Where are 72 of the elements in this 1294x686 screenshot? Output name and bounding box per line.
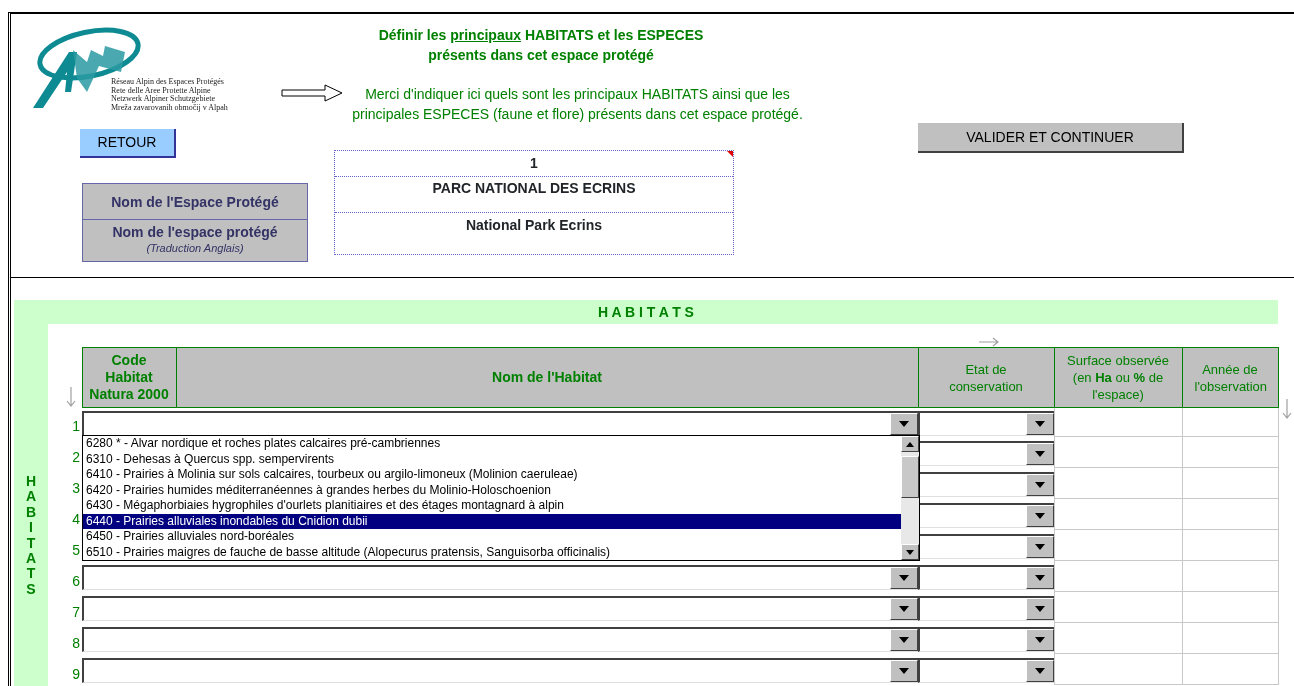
arrow-right-icon: [978, 336, 1000, 347]
dropdown-arrow-icon: [1034, 668, 1045, 674]
condition-dropdown[interactable]: [918, 441, 1054, 466]
dropdown-arrow-icon: [1034, 637, 1045, 643]
area-number: 1: [530, 155, 538, 171]
dropdown-option[interactable]: 6450 - Prairies alluviales nord-boréales: [83, 529, 901, 545]
dropdown-arrow-icon: [1034, 451, 1045, 457]
row-number: 2: [72, 448, 80, 465]
dropdown-arrow-icon: [1034, 482, 1045, 488]
row-number: 3: [72, 479, 80, 496]
dropdown-option[interactable]: 6280 * - Alvar nordique et roches plates calcaires pré-cambriennes: [83, 436, 901, 452]
scrollbar[interactable]: [901, 436, 919, 560]
dropdown-arrow-icon: [899, 637, 909, 643]
dropdown-option[interactable]: 6310 - Dehesas à Quercus spp. sempervirents: [83, 451, 901, 467]
dropdown-arrow-icon: [899, 668, 909, 674]
arrow-down-icon: [65, 385, 76, 408]
dropdown-arrow-icon: [899, 575, 909, 581]
habitat-dropdown[interactable]: [82, 565, 918, 590]
instructions-text: Merci d'indiquer ici quels sont les principaux HABITATS ainsi que les principales ESPECES (faune et flore) présents dans cet espace protégé.: [351, 85, 804, 124]
condition-dropdown[interactable]: [918, 472, 1054, 497]
arrow-right-icon: [281, 84, 343, 102]
area-name-translation: National Park Ecrins: [465, 217, 603, 233]
scrollbar-thumb[interactable]: [901, 456, 919, 498]
row-number: 5: [72, 541, 80, 558]
field-label: Nom de l'Espace Protégé: [111, 194, 279, 210]
page-title: Définir les principaux HABITATS et les ESPECES: [377, 26, 705, 45]
habitat-dropdown[interactable]: [82, 627, 918, 652]
condition-dropdown[interactable]: [918, 534, 1054, 559]
habitat-dropdown[interactable]: [82, 596, 918, 621]
side-title: HABITATS: [25, 474, 37, 599]
row-number: 9: [72, 665, 80, 682]
area-name: PARC NATIONAL DES ECRINS: [432, 180, 636, 196]
condition-dropdown[interactable]: [918, 503, 1054, 528]
field-label: Nom de l'espace protégé: [112, 224, 278, 240]
dropdown-arrow-icon: [899, 421, 909, 428]
column-header: Nom de l'Habitat: [176, 347, 918, 408]
logo-text: Réseau Alpin des Espaces Protégés Rete delle Aree Protette Alpine Netzwerk Alpiner Schutzgebiete Mreža zavarovanih območij v Alpah: [111, 78, 228, 112]
arrow-down-icon: [1282, 397, 1292, 420]
column-header: Année de l'observation: [1182, 347, 1278, 408]
dropdown-arrow-icon: [1034, 606, 1045, 612]
habitat-dropdown[interactable]: [82, 658, 918, 683]
dropdown-arrow-icon: [1034, 575, 1045, 581]
scroll-down-icon: [906, 549, 914, 555]
dropdown-arrow-icon: [899, 606, 909, 612]
validate-button[interactable]: VALIDER ET CONTINUER: [918, 123, 1184, 153]
dropdown-arrow-icon: [1034, 513, 1045, 519]
row-number: 8: [72, 634, 80, 651]
condition-dropdown[interactable]: [918, 627, 1054, 652]
back-button[interactable]: RETOUR: [80, 129, 176, 158]
column-header: Code Habitat Natura 2000: [82, 347, 176, 408]
condition-dropdown[interactable]: [918, 658, 1054, 683]
dropdown-option[interactable]: 6410 - Prairies à Molinia sur sols calcaires, tourbeux ou argilo-limoneux (Molinion caeruleae): [83, 467, 901, 483]
scroll-up-icon: [906, 441, 914, 447]
condition-dropdown[interactable]: [918, 596, 1054, 621]
row-number: 1: [72, 417, 80, 434]
habitat-dropdown[interactable]: [82, 411, 918, 437]
dropdown-option[interactable]: 6420 - Prairies humides méditerranéennes à grandes herbes du Molinio-Holoschoenion: [83, 482, 901, 498]
column-header: Etat de conservation: [918, 347, 1054, 408]
condition-dropdown[interactable]: [918, 565, 1054, 590]
condition-dropdown[interactable]: [918, 411, 1054, 437]
row-number: 4: [72, 510, 80, 527]
dropdown-arrow-icon: [1034, 544, 1045, 550]
dropdown-option[interactable]: 6440 - Prairies alluviales inondables du Cnidion dubii: [83, 513, 901, 529]
dropdown-arrow-icon: [1034, 421, 1045, 428]
row-number: 7: [72, 603, 80, 620]
section-title: H A B I T A T S: [598, 304, 694, 320]
dropdown-option[interactable]: 6510 - Prairies maigres de fauche de basse altitude (Alopecurus pratensis, Sanguisorba officinalis): [83, 544, 901, 560]
translation-note: (Traduction Anglais): [145, 241, 245, 256]
dropdown-option[interactable]: 6430 - Mégaphorbiaies hygrophiles d'ourlets planitiaires et des étages montagnard à alpin: [83, 498, 901, 514]
column-header: Surface observée (en Ha ou % de l'espace): [1054, 347, 1182, 408]
row-number: 6: [72, 572, 80, 589]
page-subtitle: présents dans cet espace protégé: [427, 46, 655, 65]
